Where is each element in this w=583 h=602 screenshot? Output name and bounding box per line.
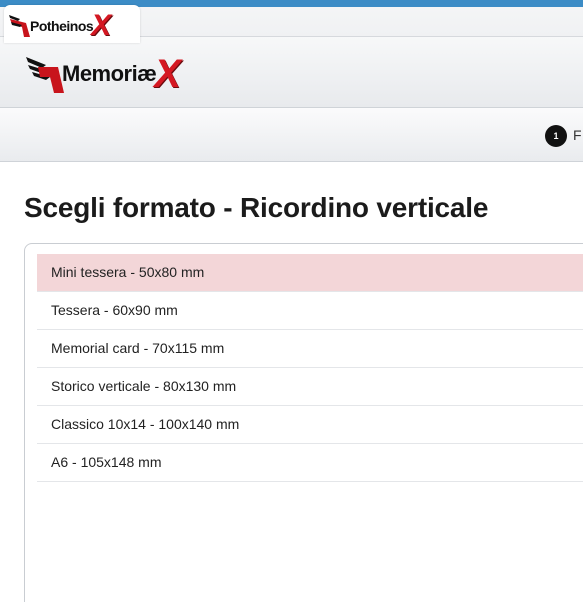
format-option[interactable]: Tessera - 60x90 mm <box>37 292 583 330</box>
format-option[interactable]: Storico verticale - 80x130 mm <box>37 368 583 406</box>
potheinos-logo[interactable]: Potheinos X <box>8 11 111 41</box>
format-option[interactable]: Memorial card - 70x115 mm <box>37 330 583 368</box>
step-bar <box>0 108 583 162</box>
format-list: Mini tessera - 50x80 mm Tessera - 60x90 … <box>37 254 583 482</box>
step-number-badge[interactable]: 1 <box>545 125 567 147</box>
page: Potheinos X Memoriæ X 1 F Scegli formato… <box>0 0 583 602</box>
format-option[interactable]: A6 - 105x148 mm <box>37 444 583 482</box>
format-option[interactable]: Mini tessera - 50x80 mm <box>37 254 583 292</box>
page-title: Scegli formato - Ricordino verticale <box>24 192 489 223</box>
potheinos-logo-word: Potheinos <box>30 18 94 34</box>
potheinos-logo-x: X <box>91 9 112 42</box>
memoriae-logo[interactable]: Memoriæ X <box>24 52 181 96</box>
format-option[interactable]: Classico 10x14 - 100x140 mm <box>37 406 583 444</box>
step-label[interactable]: F <box>573 127 582 143</box>
memoriae-logo-x: X <box>154 52 181 96</box>
memoriae-logo-word: Memoriæ <box>62 61 157 86</box>
